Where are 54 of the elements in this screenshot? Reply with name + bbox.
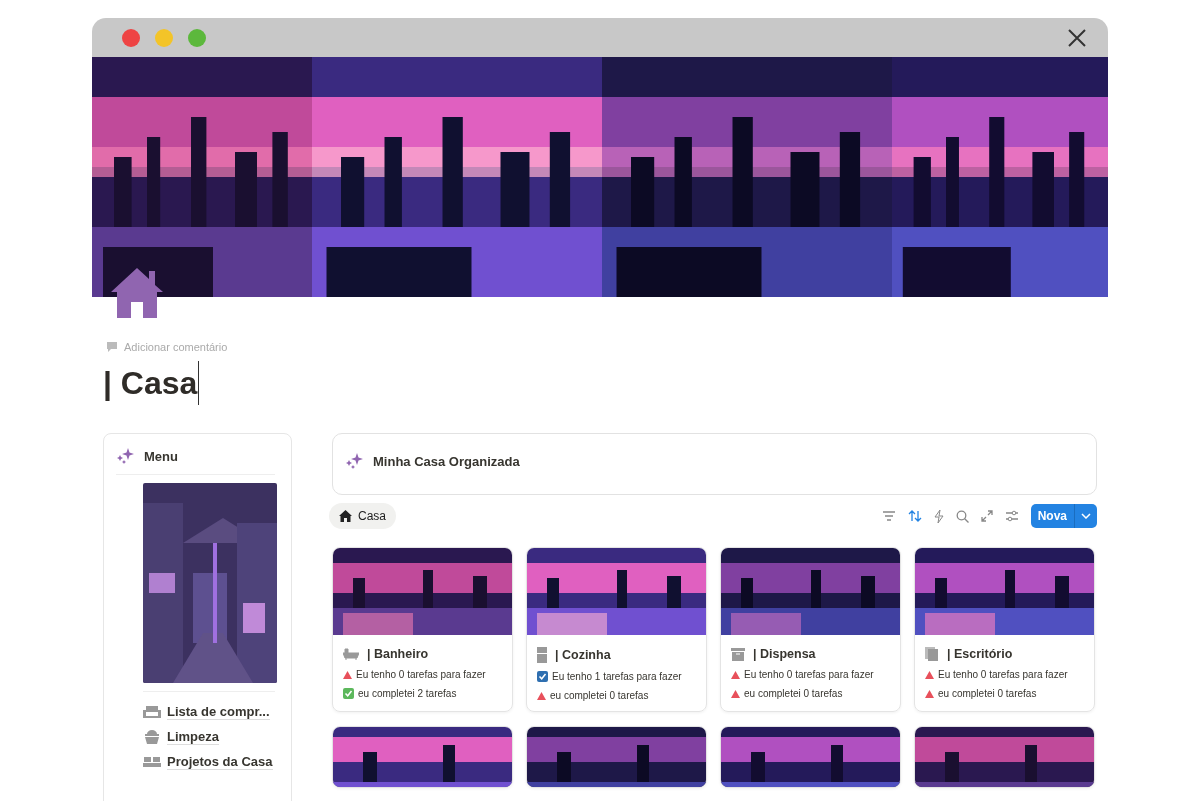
maximize-window-dot[interactable]	[188, 28, 206, 47]
menu-link[interactable]: Projetos da Casa	[143, 754, 275, 770]
room-card[interactable]: | Escritório Eu tenho 0 tarefas para fazer eu completei 0 tarefas	[914, 547, 1095, 712]
task-count: Eu tenho 0 tarefas para fazer	[356, 669, 486, 680]
card-title: | Escritório	[947, 647, 1013, 661]
search-icon[interactable]	[955, 509, 969, 523]
minimize-window-dot[interactable]	[155, 28, 173, 47]
task-count: eu completei 2 tarefas	[358, 688, 457, 699]
settings-icon[interactable]	[1004, 510, 1019, 522]
checkbox-icon	[537, 671, 548, 682]
room-card[interactable]: | Banheiro Eu tenho 0 tarefas para fazer eu completei 2 tarefas	[332, 547, 513, 712]
house-icon	[339, 510, 352, 522]
close-icon[interactable]	[1068, 28, 1086, 47]
triangle-icon	[925, 689, 934, 698]
card-title: | Cozinha	[555, 648, 611, 662]
sparkles-icon	[345, 453, 363, 469]
triangle-icon	[925, 670, 934, 679]
check-icon	[343, 688, 354, 699]
task-count: eu completei 0 tarefas	[744, 688, 843, 699]
room-card[interactable]: | Dispensa Eu tenho 0 tarefas para fazer eu completei 0 tarefas	[720, 547, 901, 712]
sparkles-icon	[116, 448, 134, 464]
documents-icon	[925, 647, 939, 661]
menu-link[interactable]: Limpeza	[143, 729, 275, 745]
task-count: Eu tenho 0 tarefas para fazer	[938, 669, 1068, 680]
menu-link[interactable]: Lista de compr...	[143, 704, 275, 720]
triangle-icon	[343, 670, 352, 679]
triangle-icon	[731, 670, 740, 679]
task-count: Eu tenho 1 tarefas para fazer	[552, 671, 682, 682]
filter-icon[interactable]	[881, 510, 896, 522]
triangle-icon	[537, 691, 546, 700]
new-button[interactable]: Nova	[1030, 504, 1097, 528]
lightning-icon[interactable]	[933, 509, 944, 523]
fridge-icon	[537, 647, 547, 663]
basket-icon	[143, 730, 161, 744]
task-count: eu completei 0 tarefas	[938, 688, 1037, 699]
triangle-icon	[731, 689, 740, 698]
expand-icon[interactable]	[980, 510, 993, 522]
task-count: Eu tenho 0 tarefas para fazer	[744, 669, 874, 680]
text-cursor	[198, 361, 200, 405]
view-tab[interactable]: Casa	[329, 503, 396, 529]
sort-icon[interactable]	[907, 510, 922, 522]
task-count: eu completei 0 tarefas	[550, 690, 649, 701]
chevron-down-icon[interactable]	[1081, 513, 1091, 519]
close-window-dot[interactable]	[122, 28, 140, 47]
menu-title: Menu	[144, 448, 178, 464]
room-card[interactable]: | Cozinha Eu tenho 1 tarefas para fazer eu completei 0 tarefas	[526, 547, 707, 712]
card-title: | Banheiro	[367, 647, 429, 661]
archive-box-icon	[731, 647, 745, 661]
comment-icon	[106, 341, 118, 353]
bathtub-icon	[343, 648, 359, 660]
board-title: Minha Casa Organizada	[373, 453, 520, 469]
house-icon	[111, 268, 163, 318]
card-title: | Dispensa	[753, 647, 816, 661]
page-title[interactable]: | Casa	[103, 364, 198, 402]
